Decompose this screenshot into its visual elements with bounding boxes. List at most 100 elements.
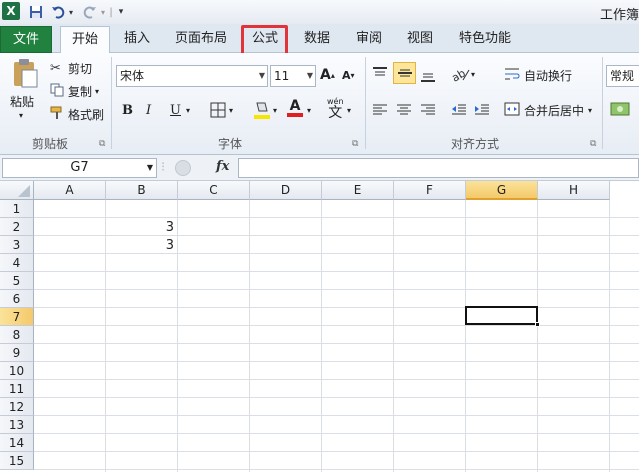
tab-special-features[interactable]: 特色功能 <box>452 26 518 53</box>
row-header-9[interactable]: 9 <box>0 344 34 362</box>
svg-text:ab: ab <box>451 67 468 82</box>
row-header-15[interactable]: 15 <box>0 452 34 470</box>
row-header-1[interactable]: 1 <box>0 200 34 218</box>
decrease-indent-icon[interactable] <box>451 103 467 117</box>
cut-button[interactable]: ✂ 剪切 <box>50 60 92 77</box>
row-header-8[interactable]: 8 <box>0 326 34 344</box>
column-gridline <box>609 200 610 472</box>
paste-icon[interactable] <box>8 57 42 89</box>
align-top-icon[interactable] <box>372 66 388 80</box>
tab-view[interactable]: 视图 <box>399 26 441 53</box>
underline-dropdown-icon[interactable]: ▾ <box>186 106 190 115</box>
fill-color-icon[interactable] <box>253 100 271 120</box>
format-painter-button[interactable]: 格式刷 <box>50 106 104 123</box>
undo-dropdown-icon[interactable]: ▾ <box>66 3 76 21</box>
grow-font-icon[interactable]: A ▴ <box>320 67 335 83</box>
redo-dropdown-icon[interactable]: ▾ <box>98 3 108 21</box>
copy-dropdown-icon[interactable]: ▾ <box>95 87 99 96</box>
customize-qat-icon[interactable]: ▾ <box>116 3 126 21</box>
shrink-font-icon[interactable]: A ▾ <box>342 69 355 82</box>
row-header-7[interactable]: 7 <box>0 308 34 326</box>
wrap-text-button[interactable]: 自动换行 <box>504 67 572 84</box>
orientation-dropdown-icon[interactable]: ▾ <box>471 70 475 79</box>
row-gridline <box>34 451 639 452</box>
column-header-a[interactable]: A <box>34 181 106 200</box>
tab-data[interactable]: 数据 <box>296 26 338 53</box>
align-middle-icon[interactable] <box>393 62 416 84</box>
font-launcher-icon[interactable]: ⧉ <box>352 139 358 149</box>
font-name-select[interactable]: 宋体 ▼ <box>116 65 268 87</box>
row-header-11[interactable]: 11 <box>0 380 34 398</box>
merge-center-button[interactable]: 合并后居中 ▾ <box>504 102 592 119</box>
group-divider <box>602 57 603 149</box>
cell-b3[interactable]: 3 <box>106 237 178 255</box>
underline-button[interactable]: U <box>170 103 181 118</box>
bold-button[interactable]: B <box>122 103 133 118</box>
font-size-select[interactable]: 11 ▼ <box>270 65 316 87</box>
column-header-e[interactable]: E <box>322 181 394 200</box>
fill-color-dropdown-icon[interactable]: ▾ <box>273 106 277 115</box>
row-header-3[interactable]: 3 <box>0 236 34 254</box>
font-name-value: 宋体 <box>120 69 145 83</box>
tab-file[interactable]: 文件 <box>0 26 52 53</box>
merge-center-dropdown-icon[interactable]: ▾ <box>588 106 592 115</box>
align-center-icon[interactable] <box>396 103 412 117</box>
tab-page-layout[interactable]: 页面布局 <box>167 26 235 53</box>
formula-input[interactable] <box>238 158 639 178</box>
alignment-launcher-icon[interactable]: ⧉ <box>590 139 596 149</box>
formula-bar: G7 ▼ ⁝ fx <box>0 155 639 181</box>
formula-splitter-handle[interactable]: ⁝ <box>161 160 171 176</box>
redo-icon[interactable] <box>82 3 98 21</box>
name-box[interactable]: G7 ▼ <box>2 158 157 178</box>
increase-indent-icon[interactable] <box>474 103 490 117</box>
row-header-4[interactable]: 4 <box>0 254 34 272</box>
tab-review[interactable]: 审阅 <box>348 26 390 53</box>
fill-handle[interactable] <box>535 322 540 327</box>
column-gridline <box>393 200 394 472</box>
row-header-12[interactable]: 12 <box>0 398 34 416</box>
italic-button[interactable]: I <box>146 103 151 118</box>
insert-function-icon[interactable]: fx <box>216 159 229 174</box>
row-header-13[interactable]: 13 <box>0 416 34 434</box>
column-header-h[interactable]: H <box>538 181 610 200</box>
select-all-corner[interactable] <box>0 181 34 200</box>
expand-formula-icon[interactable] <box>175 160 191 176</box>
accounting-format-icon[interactable] <box>610 100 632 118</box>
copy-label: 复制 <box>68 85 93 99</box>
row-header-2[interactable]: 2 <box>0 218 34 236</box>
clipboard-launcher-icon[interactable]: ⧉ <box>99 139 105 149</box>
row-header-10[interactable]: 10 <box>0 362 34 380</box>
active-cell-g7[interactable] <box>465 306 538 325</box>
borders-dropdown-icon[interactable]: ▾ <box>229 106 233 115</box>
row-header-5[interactable]: 5 <box>0 272 34 290</box>
row-header-14[interactable]: 14 <box>0 434 34 452</box>
column-header-f[interactable]: F <box>394 181 466 200</box>
chevron-down-icon[interactable]: ▼ <box>147 159 153 177</box>
align-right-icon[interactable] <box>420 103 436 117</box>
column-header-d[interactable]: D <box>250 181 322 200</box>
worksheet-grid[interactable]: ABCDEFGH 1 2 3 4 5 6 7 8 9 10 11 12 13 14 15 3 3 <box>0 181 639 472</box>
column-header-c[interactable]: C <box>178 181 250 200</box>
phonetic-dropdown-icon[interactable]: ▾ <box>347 106 351 115</box>
cut-label: 剪切 <box>68 62 93 76</box>
number-format-select[interactable]: 常规 <box>606 65 639 87</box>
phonetic-guide-button[interactable]: wén 文 <box>327 97 344 121</box>
paste-dropdown-icon[interactable]: ▾ <box>19 111 23 120</box>
row-gridline <box>34 379 639 380</box>
align-left-icon[interactable] <box>372 103 388 117</box>
copy-button[interactable]: 复制 ▾ <box>50 83 99 100</box>
font-color-dropdown-icon[interactable]: ▾ <box>307 106 311 115</box>
orientation-icon[interactable]: ab <box>451 66 471 82</box>
column-header-b[interactable]: B <box>106 181 178 200</box>
tab-home[interactable]: 开始 <box>60 26 110 54</box>
undo-icon[interactable] <box>50 3 66 21</box>
tab-insert[interactable]: 插入 <box>115 26 159 53</box>
column-header-g[interactable]: G <box>466 181 538 200</box>
font-color-icon[interactable]: A <box>287 99 303 117</box>
borders-icon[interactable] <box>210 102 226 118</box>
row-header-6[interactable]: 6 <box>0 290 34 308</box>
save-icon[interactable] <box>28 3 44 21</box>
cell-b2[interactable]: 3 <box>106 219 178 237</box>
align-bottom-icon[interactable] <box>420 69 436 83</box>
paste-button[interactable]: 粘贴 <box>10 93 34 110</box>
